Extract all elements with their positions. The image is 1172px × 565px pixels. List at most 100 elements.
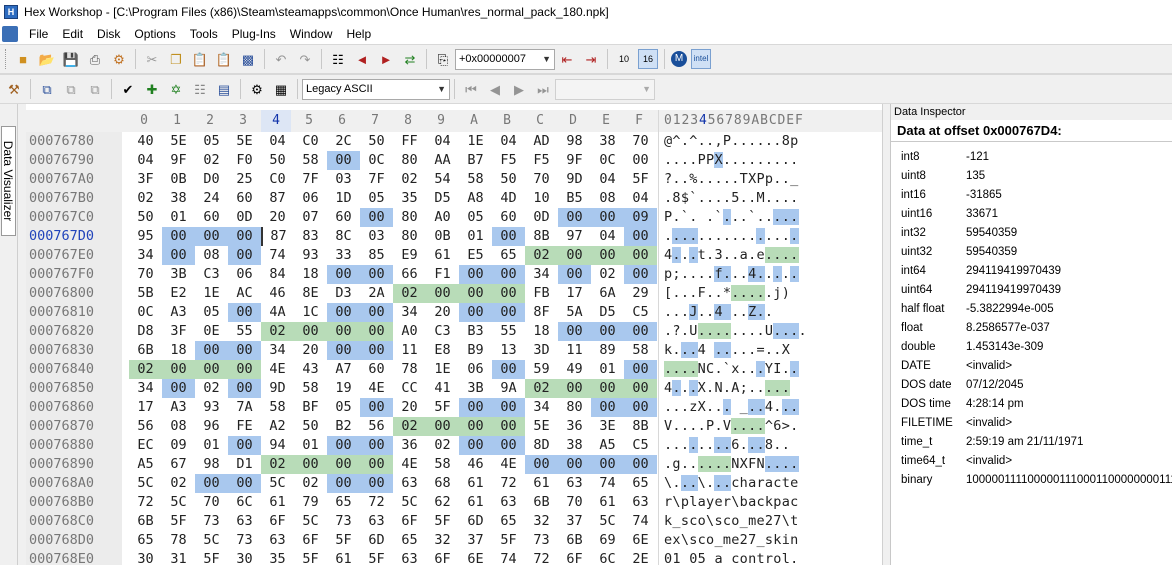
hex-byte[interactable]: 70 <box>558 493 591 512</box>
prev-record-icon[interactable]: ◀ <box>485 79 505 99</box>
hex-byte[interactable]: 63 <box>492 493 525 512</box>
hex-byte[interactable]: 00 <box>195 227 228 246</box>
hex-byte[interactable]: 6C <box>591 550 624 565</box>
menu-file[interactable]: File <box>22 24 55 44</box>
ascii-text[interactable]: k...4 .....=..X <box>664 341 790 360</box>
hex-byte[interactable]: 08 <box>162 417 195 436</box>
structure-icon[interactable]: ✡ <box>166 79 186 99</box>
hex-byte[interactable]: 00 <box>459 303 492 322</box>
hex-byte[interactable]: 0C <box>591 151 624 170</box>
hex-byte[interactable]: D8 <box>129 322 162 341</box>
redo-icon[interactable]: ↷ <box>295 49 315 69</box>
hex-byte[interactable]: 70 <box>624 132 657 151</box>
hex-byte[interactable]: 87 <box>261 227 294 246</box>
hex-byte[interactable]: AD <box>525 132 558 151</box>
hex-byte[interactable]: 00 <box>360 455 393 474</box>
menu-edit[interactable]: Edit <box>55 24 90 44</box>
hex-byte[interactable]: 3B <box>162 265 195 284</box>
hex-byte[interactable]: 00 <box>327 436 360 455</box>
hex-byte[interactable]: 5C <box>393 493 426 512</box>
hex-byte[interactable]: 40 <box>129 132 162 151</box>
hex-byte[interactable]: 00 <box>459 284 492 303</box>
hex-byte[interactable]: 07 <box>294 208 327 227</box>
hex-byte[interactable]: F5 <box>492 151 525 170</box>
hex-byte[interactable]: 00 <box>459 265 492 284</box>
hex-byte[interactable]: 2A <box>360 284 393 303</box>
ascii-text[interactable]: P.`. .`...`..... <box>664 208 799 227</box>
hex-byte[interactable]: 0C <box>129 303 162 322</box>
hex-byte[interactable]: 00 <box>492 417 525 436</box>
hex-byte[interactable]: 09 <box>162 436 195 455</box>
hex-byte[interactable]: 00 <box>228 379 261 398</box>
hex-byte[interactable]: 35 <box>261 550 294 565</box>
hex-byte[interactable]: 00 <box>492 265 525 284</box>
hex-byte[interactable]: 80 <box>393 208 426 227</box>
hex-byte[interactable]: E8 <box>426 341 459 360</box>
hex-byte[interactable]: 3B <box>459 379 492 398</box>
hex-byte[interactable]: 04 <box>129 151 162 170</box>
hex-byte[interactable]: 5E <box>228 132 261 151</box>
hex-byte[interactable]: 5F <box>426 398 459 417</box>
hex-byte[interactable]: 74 <box>492 550 525 565</box>
hex-byte[interactable]: 18 <box>525 322 558 341</box>
hex-byte[interactable]: 9D <box>261 379 294 398</box>
hex-byte[interactable]: 35 <box>393 189 426 208</box>
hex-byte[interactable]: EC <box>129 436 162 455</box>
hex-byte[interactable]: 37 <box>558 512 591 531</box>
ascii-text[interactable]: k_sco\sco_me27\t <box>664 512 799 531</box>
hex-byte[interactable]: 72 <box>525 550 558 565</box>
toolbar-grip[interactable] <box>5 49 8 69</box>
hex-byte[interactable]: 87 <box>261 189 294 208</box>
hex-byte[interactable]: 56 <box>360 417 393 436</box>
hex-byte[interactable]: 02 <box>393 417 426 436</box>
hex-byte[interactable]: 00 <box>360 398 393 417</box>
hex-row[interactable]: 00076880 EC 09 01 00 94 01 00 00 36 02 00 00 8D 38 A5 C5… <box>26 436 882 455</box>
goto-back-icon[interactable]: ⇤ <box>557 49 577 69</box>
hex-byte[interactable]: 5C <box>591 512 624 531</box>
hex-byte[interactable]: A0 <box>393 322 426 341</box>
hex-byte[interactable]: 34 <box>261 341 294 360</box>
hex-byte[interactable]: 00 <box>327 151 360 170</box>
charset-combo[interactable]: Legacy ASCII ▼ <box>302 78 450 100</box>
hex-byte[interactable]: 4E <box>492 455 525 474</box>
hex-byte[interactable]: 00 <box>492 436 525 455</box>
next-record-icon[interactable]: ▶ <box>509 79 529 99</box>
hex-byte[interactable]: 20 <box>426 303 459 322</box>
hex-row[interactable]: 00076800 5B E2 1E AC 46 8E D3 2A 02 00 00 00 FB 17 6A 29… <box>26 284 882 303</box>
hex-row[interactable]: 000768C0 6B 5F 73 63 6F 5C 73 63 6F 5F 6D 65 32 37 5C 74… <box>26 512 882 531</box>
hex-byte[interactable]: 60 <box>492 208 525 227</box>
hex-row[interactable]: 000767A0 3F 0B D0 25 C0 7F 03 7F 02 54 58 50 70 9D 04 5F… <box>26 170 882 189</box>
paste-special-icon[interactable]: 📋 <box>214 49 234 69</box>
hex-byte[interactable]: E5 <box>459 246 492 265</box>
hex-row[interactable]: 000767C0 50 01 60 0D 20 07 60 00 80 A0 05 60 0D 00 00 09… <box>26 208 882 227</box>
hex-byte[interactable]: F5 <box>525 151 558 170</box>
hex-byte[interactable]: 54 <box>426 170 459 189</box>
hex-byte[interactable]: 0D <box>228 208 261 227</box>
hex-byte[interactable]: 95 <box>129 227 162 246</box>
hex-byte[interactable]: 00 <box>558 208 591 227</box>
hex-byte[interactable]: 5C <box>162 493 195 512</box>
hex-byte[interactable]: 50 <box>492 170 525 189</box>
hex-byte[interactable]: 00 <box>360 208 393 227</box>
new-file-icon[interactable]: ■ <box>13 49 33 69</box>
ascii-text[interactable]: ....NC.`x...YI.. <box>664 360 799 379</box>
hex-byte[interactable]: 93 <box>294 246 327 265</box>
compare-prev-icon[interactable]: ⧉ <box>85 79 105 99</box>
hex-byte[interactable]: 50 <box>294 417 327 436</box>
hex-byte[interactable]: D5 <box>591 303 624 322</box>
hex-byte[interactable]: 62 <box>426 493 459 512</box>
hex-byte[interactable]: 84 <box>261 265 294 284</box>
hex-byte[interactable]: 60 <box>360 360 393 379</box>
hex-row[interactable]: 000768A0 5C 02 00 00 5C 02 00 00 63 68 61 72 61 63 74 65… <box>26 474 882 493</box>
hex-byte[interactable]: 56 <box>129 417 162 436</box>
ascii-text[interactable]: ....PPX......... <box>664 151 799 170</box>
hex-byte[interactable]: 00 <box>228 246 261 265</box>
hex-byte[interactable]: 37 <box>459 531 492 550</box>
hex-byte[interactable]: 02 <box>162 474 195 493</box>
ascii-text[interactable]: 4...X.N.A;..... <box>664 379 791 398</box>
hex-byte[interactable]: 5E <box>525 417 558 436</box>
hex-row[interactable]: 00076780 40 5E 05 5E 04 C0 2C 50 FF 04 1E 04 AD 98 38 70… <box>26 132 882 151</box>
hex-byte[interactable]: 2C <box>327 132 360 151</box>
hex-byte[interactable]: A8 <box>459 189 492 208</box>
hex-byte[interactable]: 00 <box>591 455 624 474</box>
